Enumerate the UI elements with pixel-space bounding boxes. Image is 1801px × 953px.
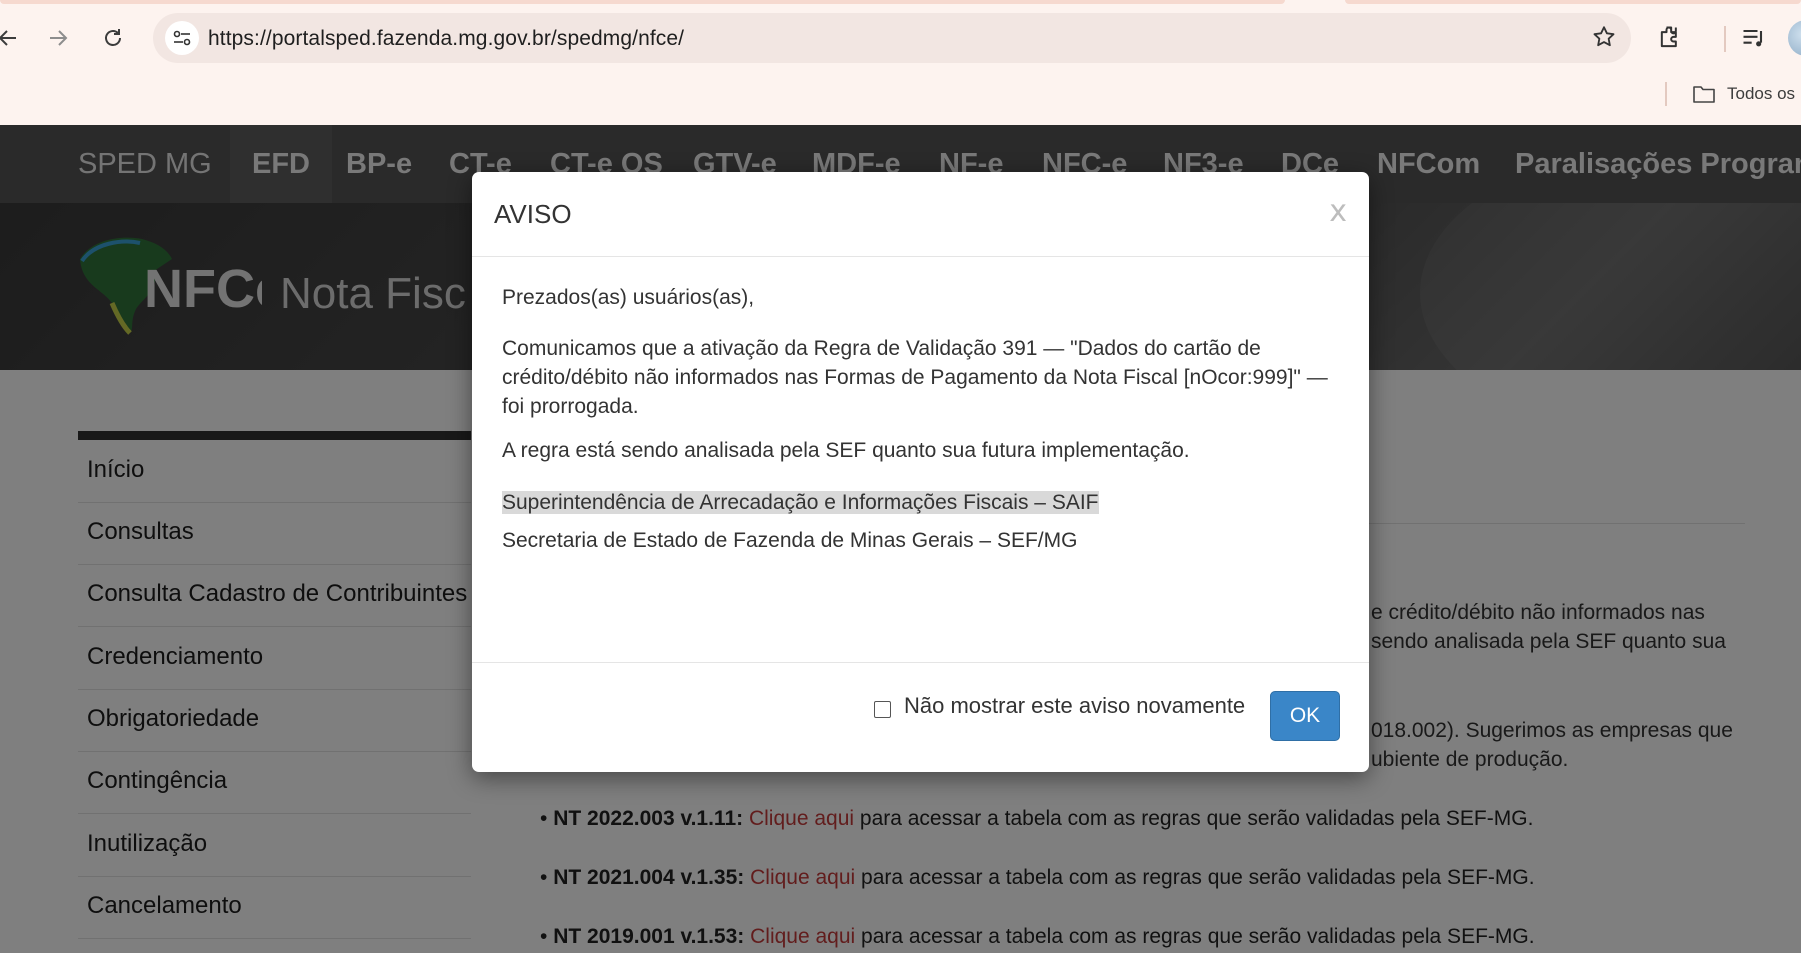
modal-greeting: Prezados(as) usuários(as), (502, 286, 755, 309)
dont-show-label[interactable]: Não mostrar este aviso novamente (904, 693, 1245, 719)
modal-title: AVISO (494, 199, 572, 229)
dont-show-checkbox[interactable] (874, 701, 891, 718)
url-text[interactable]: https://portalsped.fazenda.mg.gov.br/spe… (208, 27, 684, 51)
extensions-icon[interactable] (1656, 24, 1684, 52)
notice-modal: AVISO x Prezados(as) usuários(as), Comun… (472, 172, 1369, 772)
bookmarks-folder-label[interactable]: Todos os (1727, 84, 1795, 104)
toolbar-divider (1724, 26, 1726, 52)
back-icon[interactable] (0, 20, 26, 56)
site-info-icon[interactable] (165, 21, 199, 55)
modal-signature-saif: Superintendência de Arrecadação e Inform… (502, 491, 1099, 514)
modal-header: AVISO x (472, 172, 1369, 257)
tab-strip-edge (0, 0, 1285, 4)
modal-paragraph: Comunicamos que a ativação da Regra de V… (502, 337, 1328, 418)
browser-toolbar: https://portalsped.fazenda.mg.gov.br/spe… (0, 0, 1801, 125)
forward-icon[interactable] (40, 20, 76, 56)
media-control-icon[interactable] (1740, 24, 1768, 52)
profile-avatar[interactable] (1788, 20, 1801, 56)
ok-button[interactable]: OK (1270, 691, 1340, 741)
folder-icon (1693, 86, 1715, 103)
address-bar[interactable]: https://portalsped.fazenda.mg.gov.br/spe… (153, 13, 1631, 63)
modal-footer: Não mostrar este aviso novamente OK (472, 662, 1369, 773)
reload-icon[interactable] (95, 20, 131, 56)
bookmark-star-icon[interactable] (1591, 24, 1617, 50)
bookmarks-divider (1665, 82, 1667, 106)
modal-paragraph: A regra está sendo analisada pela SEF qu… (502, 439, 1190, 462)
close-icon[interactable]: x (1329, 194, 1347, 229)
tab-strip-edge-2 (1345, 0, 1801, 4)
modal-signature-sef: Secretaria de Estado de Fazenda de Minas… (502, 529, 1078, 552)
